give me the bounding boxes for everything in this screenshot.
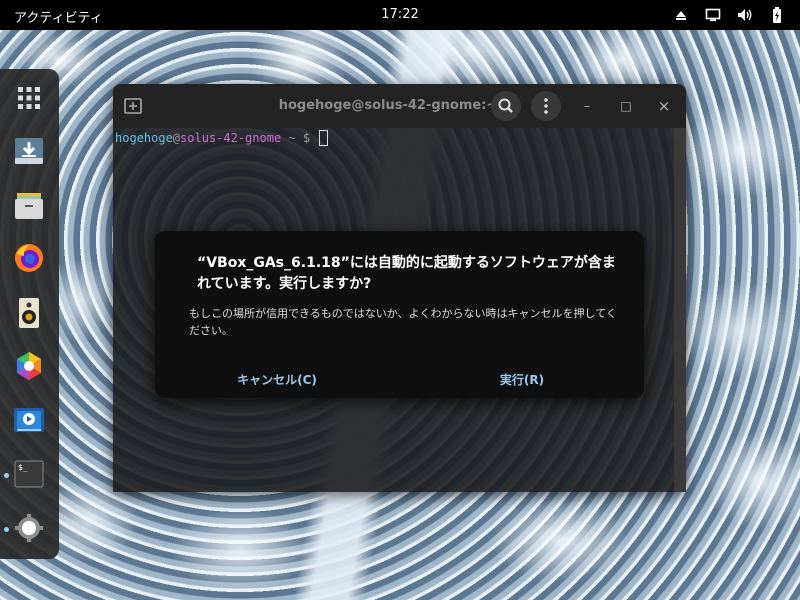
shell-prompt: hogehoge@solus-42-gnome ~ $	[115, 130, 329, 146]
video-icon	[14, 408, 44, 432]
run-button[interactable]: 実行(R)	[400, 363, 644, 398]
dock-item-video[interactable]	[12, 403, 46, 437]
settings-icon	[15, 514, 43, 542]
prompt-user: hogehoge	[115, 131, 173, 145]
prompt-at: @	[172, 131, 181, 145]
dock-item-files[interactable]	[12, 188, 46, 222]
maximize-button[interactable]: □	[616, 96, 636, 116]
dock-item-firefox[interactable]	[12, 241, 46, 275]
scrollbar[interactable]	[674, 128, 686, 492]
terminal-icon: $_	[14, 460, 44, 488]
software-icon	[17, 352, 41, 380]
screen-icon[interactable]	[704, 6, 722, 24]
show-apps-button[interactable]	[12, 81, 46, 115]
search-icon	[498, 98, 513, 113]
dock-item-terminal[interactable]: $_	[12, 457, 46, 491]
new-tab-icon	[124, 98, 142, 114]
cancel-button[interactable]: キャンセル(C)	[155, 363, 399, 398]
minimize-button[interactable]: –	[577, 96, 597, 116]
clock[interactable]: 17:22	[381, 7, 418, 22]
kebab-menu-icon	[544, 98, 548, 114]
dialog-message: もしこの場所が信用できるものではないか、よくわからない時はキャンセルを押してくだ…	[189, 307, 617, 337]
new-tab-button[interactable]	[121, 94, 145, 118]
terminal-headerbar[interactable]: hogehoge@solus-42-gnome:~ – □ ×	[113, 84, 686, 128]
eject-icon[interactable]	[672, 6, 690, 24]
battery-icon[interactable]	[768, 6, 786, 24]
download-icon	[15, 138, 43, 164]
dock-item-settings[interactable]	[12, 511, 46, 545]
close-button[interactable]: ×	[654, 96, 674, 116]
top-bar: アクティビティ 17:22	[0, 0, 800, 30]
volume-icon[interactable]	[736, 6, 754, 24]
menu-button[interactable]	[531, 91, 561, 121]
window-title: hogehoge@solus-42-gnome:~	[278, 98, 498, 113]
activities-button[interactable]: アクティビティ	[14, 7, 103, 26]
firefox-icon	[15, 244, 43, 272]
running-indicator	[4, 527, 9, 532]
svg-text:$_: $_	[18, 463, 28, 472]
rhythmbox-icon	[19, 298, 39, 328]
dock-item-software[interactable]	[12, 349, 46, 383]
system-tray[interactable]	[672, 6, 786, 24]
files-icon	[15, 193, 43, 219]
app-grid-icon	[18, 87, 40, 109]
running-indicator	[4, 473, 9, 478]
dock-item-downloader[interactable]	[12, 134, 46, 168]
search-button[interactable]	[491, 91, 521, 121]
dialog-title: “VBox_GAs_6.1.18”には自動的に起動するソフトウェアが含まれていま…	[197, 255, 616, 292]
autorun-dialog: “VBox_GAs_6.1.18”には自動的に起動するソフトウェアが含まれていま…	[155, 231, 644, 398]
prompt-path: ~ $	[281, 131, 318, 145]
dock-item-rhythmbox[interactable]	[12, 296, 46, 330]
dock: $_	[0, 69, 59, 559]
prompt-host: solus-42-gnome	[180, 131, 282, 145]
text-cursor	[319, 130, 329, 146]
